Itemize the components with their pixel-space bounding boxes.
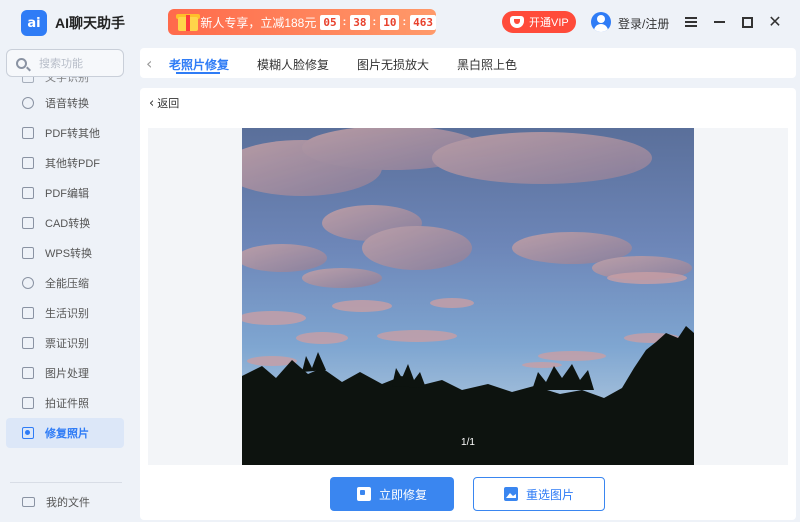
- sidebar-item-label: 全能压缩: [45, 278, 89, 290]
- title-bar: ai AI聊天助手 新人专享，立减188元 05 : 38 : 10 : 463…: [0, 0, 800, 44]
- search-input[interactable]: 搜索功能: [6, 49, 124, 77]
- repair-now-button[interactable]: 立即修复: [330, 477, 454, 511]
- close-button[interactable]: ✕: [764, 11, 786, 33]
- menu-button[interactable]: [680, 11, 702, 33]
- minimize-icon: [713, 21, 725, 23]
- back-link[interactable]: ‹ 返回: [149, 95, 179, 111]
- main-content: ‹ 返回 1/1 立即修复 重选图片: [140, 88, 796, 520]
- image-preview-area: 1/1: [148, 128, 788, 465]
- search-icon: [16, 57, 27, 69]
- compress-icon: [22, 277, 34, 289]
- gift-icon: [174, 11, 200, 33]
- countdown-separator: :: [342, 16, 347, 28]
- sidebar-item-label: PDF编辑: [45, 188, 89, 200]
- id-photo-icon: [22, 397, 34, 409]
- chevron-left-icon: ‹: [149, 95, 155, 111]
- tab-lossless-upscale[interactable]: 图片无损放大: [357, 56, 429, 73]
- tab-bw-colorize[interactable]: 黑白照上色: [457, 56, 517, 73]
- sidebar-item-label: 我的文件: [46, 497, 90, 509]
- sidebar-item-my-files[interactable]: 我的文件: [6, 488, 124, 516]
- open-vip-button[interactable]: 开通VIP: [502, 11, 576, 33]
- sidebar-item-life-scan[interactable]: 生活识别: [6, 298, 124, 328]
- sidebar-item-audio[interactable]: 语音转换: [6, 88, 124, 118]
- countdown-minutes: 38: [350, 14, 370, 30]
- repair-now-label: 立即修复: [378, 487, 427, 502]
- sidebar-item-label: 拍证件照: [45, 398, 89, 410]
- reselect-image-label: 重选图片: [525, 487, 574, 502]
- promo-banner[interactable]: 新人专享，立减188元 05 : 38 : 10 : 463: [168, 9, 436, 35]
- pdf-edit-icon: [22, 187, 34, 199]
- scan-icon: [22, 307, 34, 319]
- folder-icon: [22, 497, 35, 507]
- back-label: 返回: [157, 98, 180, 110]
- tab-old-photo-repair[interactable]: 老照片修复: [169, 56, 229, 73]
- sidebar-nav: 文字识别 语音转换 PDF转其他 其他转PDF PDF编辑 CAD转换 WPS转…: [6, 71, 124, 448]
- sidebar-item-label: 图片处理: [45, 368, 89, 380]
- sidebar: 文字识别 语音转换 PDF转其他 其他转PDF PDF编辑 CAD转换 WPS转…: [0, 44, 133, 522]
- search-placeholder: 搜索功能: [39, 58, 83, 70]
- page-indicator: 1/1: [461, 437, 475, 448]
- app-logo-icon: ai: [21, 10, 47, 36]
- sidebar-item-to-pdf[interactable]: 其他转PDF: [6, 148, 124, 178]
- active-tab-indicator: [176, 72, 220, 74]
- sidebar-item-wps[interactable]: WPS转换: [6, 238, 124, 268]
- sidebar-item-label: 修复照片: [45, 428, 89, 440]
- sidebar-item-label: 生活识别: [45, 308, 89, 320]
- sidebar-item-compress[interactable]: 全能压缩: [6, 268, 124, 298]
- chevron-left-icon[interactable]: ‹: [146, 54, 152, 73]
- sidebar-item-photo-repair[interactable]: 修复照片: [6, 418, 124, 448]
- image-icon: [503, 487, 518, 501]
- image-icon: [22, 367, 34, 379]
- sidebar-item-label: CAD转换: [45, 218, 91, 230]
- pdf-convert-icon: [22, 127, 34, 139]
- tab-blurry-face-repair[interactable]: 模糊人脸修复: [257, 56, 329, 73]
- sidebar-item-image[interactable]: 图片处理: [6, 358, 124, 388]
- countdown-seconds: 10: [380, 14, 400, 30]
- maximize-button[interactable]: [736, 11, 758, 33]
- sidebar-item-label: WPS转换: [45, 248, 93, 260]
- minimize-button[interactable]: [708, 11, 730, 33]
- cad-icon: [22, 217, 34, 229]
- photo-preview: 1/1: [242, 128, 694, 465]
- sidebar-item-label: 其他转PDF: [45, 158, 100, 170]
- sidebar-item-pdf-convert[interactable]: PDF转其他: [6, 118, 124, 148]
- repair-icon: [356, 487, 371, 501]
- sidebar-item-id-photo[interactable]: 拍证件照: [6, 388, 124, 418]
- countdown-milliseconds: 463: [410, 14, 436, 30]
- login-register-link[interactable]: 登录/注册: [618, 15, 669, 32]
- diamond-icon: [510, 16, 524, 28]
- countdown-hours: 05: [320, 14, 340, 30]
- promo-text: 新人专享，立减188元: [200, 15, 317, 30]
- ticket-icon: [22, 337, 34, 349]
- divider: [10, 482, 122, 483]
- tab-bar: ‹ 老照片修复 模糊人脸修复 图片无损放大 黑白照上色: [140, 48, 796, 78]
- sidebar-item-label: PDF转其他: [45, 128, 100, 140]
- countdown-separator: :: [402, 16, 407, 28]
- user-avatar-icon[interactable]: [591, 12, 611, 32]
- countdown-separator: :: [372, 16, 377, 28]
- sidebar-item-label: 票证识别: [45, 338, 89, 350]
- hamburger-icon: [685, 17, 697, 27]
- close-icon: ✕: [768, 12, 782, 31]
- audio-icon: [22, 97, 34, 109]
- sidebar-item-ticket[interactable]: 票证识别: [6, 328, 124, 358]
- app-title: AI聊天助手: [55, 15, 125, 31]
- sidebar-item-cad[interactable]: CAD转换: [6, 208, 124, 238]
- sidebar-item-pdf-edit[interactable]: PDF编辑: [6, 178, 124, 208]
- vip-label: 开通VIP: [529, 17, 569, 29]
- sidebar-item-label: 语音转换: [45, 98, 89, 110]
- camera-icon: [22, 427, 34, 439]
- maximize-icon: [741, 16, 753, 28]
- wps-icon: [22, 247, 34, 259]
- reselect-image-button[interactable]: 重选图片: [473, 477, 605, 511]
- to-pdf-icon: [22, 157, 34, 169]
